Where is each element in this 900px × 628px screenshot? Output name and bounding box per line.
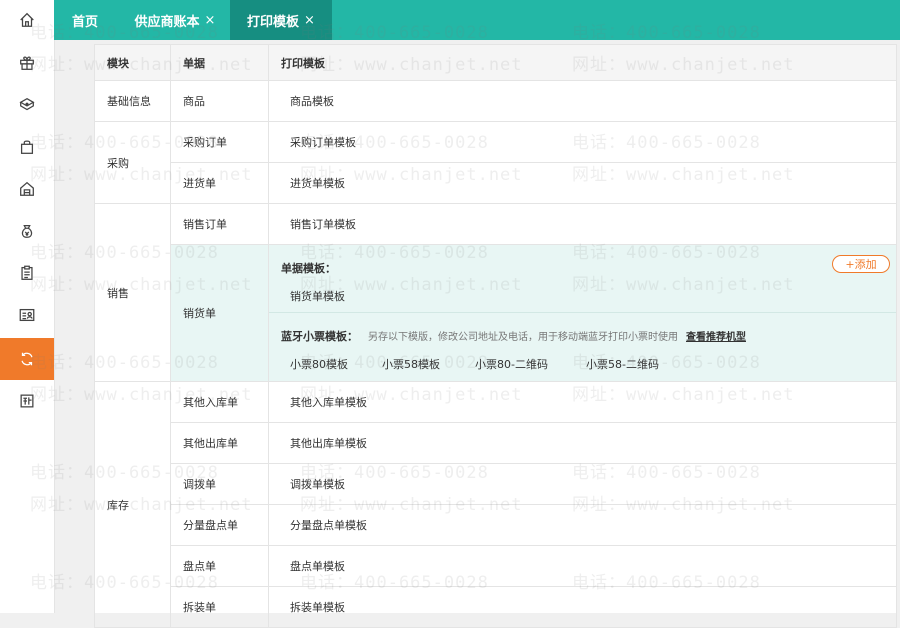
sidebar-item-gift[interactable] [0, 44, 54, 82]
template-link[interactable]: 其他入库单模板 [268, 381, 897, 423]
new-badge-icon [20, 394, 34, 408]
sidebar-item-purchase[interactable] [0, 128, 54, 166]
doc-cell: 调拨单 [170, 463, 269, 505]
table-row: 盘点单 盘点单模板 [95, 545, 897, 587]
recommended-printers-link[interactable]: 查看推荐机型 [686, 332, 746, 343]
sidebar-item-contacts[interactable] [0, 296, 54, 334]
template-link[interactable]: 商品模板 [268, 80, 897, 122]
module-cell: 销售 [94, 203, 171, 382]
table-row: 采购 采购订单 采购订单模板 [94, 121, 897, 204]
sidebar-item-settings[interactable] [0, 338, 54, 380]
table-row: 其他出库单 其他出库单模板 [95, 422, 897, 464]
doc-cell: 其他入库单 [170, 381, 269, 423]
sidebar-item-finance[interactable] [0, 212, 54, 250]
sidebar-item-home[interactable] [0, 1, 54, 39]
column-header: 打印模板 [268, 44, 897, 81]
sidebar-item-warehouse[interactable] [0, 170, 54, 208]
template-link[interactable]: 分量盘点单模板 [268, 504, 897, 546]
table-header: 模块 单据 打印模板 [94, 44, 897, 81]
money-bag-icon [21, 224, 33, 238]
contact-card-icon [19, 308, 35, 322]
gift-icon [20, 56, 34, 70]
table-row: 调拨单 调拨单模板 [95, 463, 897, 505]
template-link[interactable]: 小票80模板 [290, 356, 348, 372]
template-link[interactable]: 采购订单模板 [268, 121, 897, 163]
template-link[interactable]: 进货单模板 [268, 162, 897, 204]
module-cell: 基础信息 [94, 80, 171, 122]
table-row: 进货单 进货单模板 [95, 162, 897, 204]
template-link[interactable]: 小票58模板 [382, 356, 440, 372]
module-cell: 采购 [94, 121, 171, 204]
sidebar-item-goods[interactable] [0, 86, 54, 124]
doc-cell: 商品 [170, 80, 269, 122]
template-link[interactable]: 销售订单模板 [268, 203, 897, 245]
template-link[interactable]: 小票58-二维码 [586, 356, 659, 372]
shopping-bag-icon [20, 140, 34, 154]
table-row: 库存 其他入库单 其他入库单模板 [94, 381, 897, 628]
add-template-button[interactable]: +添加 [832, 255, 890, 273]
table-row: 拆装单 拆装单模板 [95, 586, 897, 628]
doc-cell: 盘点单 [170, 545, 269, 587]
warehouse-icon [20, 181, 34, 196]
home-icon [20, 12, 34, 27]
tab-supplier-ledger[interactable]: 供应商账本 × [120, 0, 230, 40]
template-link[interactable]: 盘点单模板 [268, 545, 897, 587]
print-template-panel: 模块 单据 打印模板 基础信息 商品 商品模板 采购 采购订单 采购订单模板 进… [94, 44, 897, 628]
template-link[interactable]: 其他出库单模板 [268, 422, 897, 464]
table-row: 销售 销售订单 销售订单模板 [94, 203, 897, 382]
bluetooth-template-section: 蓝牙小票模板： 另存以下模版，修改公司地址及电话，用于移动端蓝牙打印小票时使用 查看… [269, 313, 896, 381]
doc-cell: 进货单 [170, 162, 269, 204]
column-header: 单据 [170, 44, 269, 81]
doc-cell: 销售订单 [170, 203, 269, 245]
section-title: 蓝牙小票模板： 另存以下模版，修改公司地址及电话，用于移动端蓝牙打印小票时使用 查看… [281, 328, 746, 344]
left-sidebar [0, 0, 55, 613]
module-cell: 库存 [94, 381, 171, 628]
template-link[interactable]: 销货单模板 [290, 288, 345, 304]
template-link[interactable]: 小票80-二维码 [475, 356, 548, 372]
doc-template-section: 单据模板： 销货单模板 +添加 [269, 245, 896, 313]
bluetooth-description: 另存以下模版，修改公司地址及电话，用于移动端蓝牙打印小票时使用 [368, 332, 678, 343]
tab-home[interactable]: 首页 [54, 0, 116, 40]
tab-print-templates[interactable]: 打印模板 × [230, 0, 332, 40]
tab-label: 首页 [71, 14, 98, 30]
table-row: 基础信息 商品 商品模板 [94, 80, 897, 122]
template-link[interactable]: 拆装单模板 [268, 586, 897, 628]
close-icon[interactable]: × [304, 13, 315, 28]
sidebar-item-report[interactable] [0, 254, 54, 292]
table-row: 分量盘点单 分量盘点单模板 [95, 504, 897, 546]
section-title: 单据模板： [281, 262, 336, 275]
table-row: 销货单 单据模板： 销货单模板 +添加 蓝牙小票模板： 另存以下模版，修改公司地址… [95, 244, 897, 382]
column-header: 模块 [94, 44, 171, 81]
close-icon[interactable]: × [205, 13, 216, 28]
delivery-template-cell: 单据模板： 销货单模板 +添加 蓝牙小票模板： 另存以下模版，修改公司地址及电话，… [268, 244, 897, 382]
doc-cell: 分量盘点单 [170, 504, 269, 546]
tab-label: 打印模板 [247, 14, 300, 30]
doc-cell: 其他出库单 [170, 422, 269, 464]
doc-cell: 销货单 [170, 244, 269, 382]
clipboard-icon [21, 265, 33, 280]
box-icon [19, 97, 35, 111]
bluetooth-title: 蓝牙小票模板： [281, 330, 358, 343]
doc-cell: 采购订单 [170, 121, 269, 163]
tab-bar: 首页 供应商账本 × 打印模板 × [54, 0, 900, 40]
template-table: 模块 单据 打印模板 基础信息 商品 商品模板 采购 采购订单 采购订单模板 进… [94, 44, 897, 628]
sidebar-item-new[interactable] [0, 382, 54, 420]
tab-label: 供应商账本 [134, 14, 200, 30]
refresh-icon [21, 352, 33, 366]
template-link[interactable]: 调拨单模板 [268, 463, 897, 505]
doc-cell: 拆装单 [170, 586, 269, 628]
